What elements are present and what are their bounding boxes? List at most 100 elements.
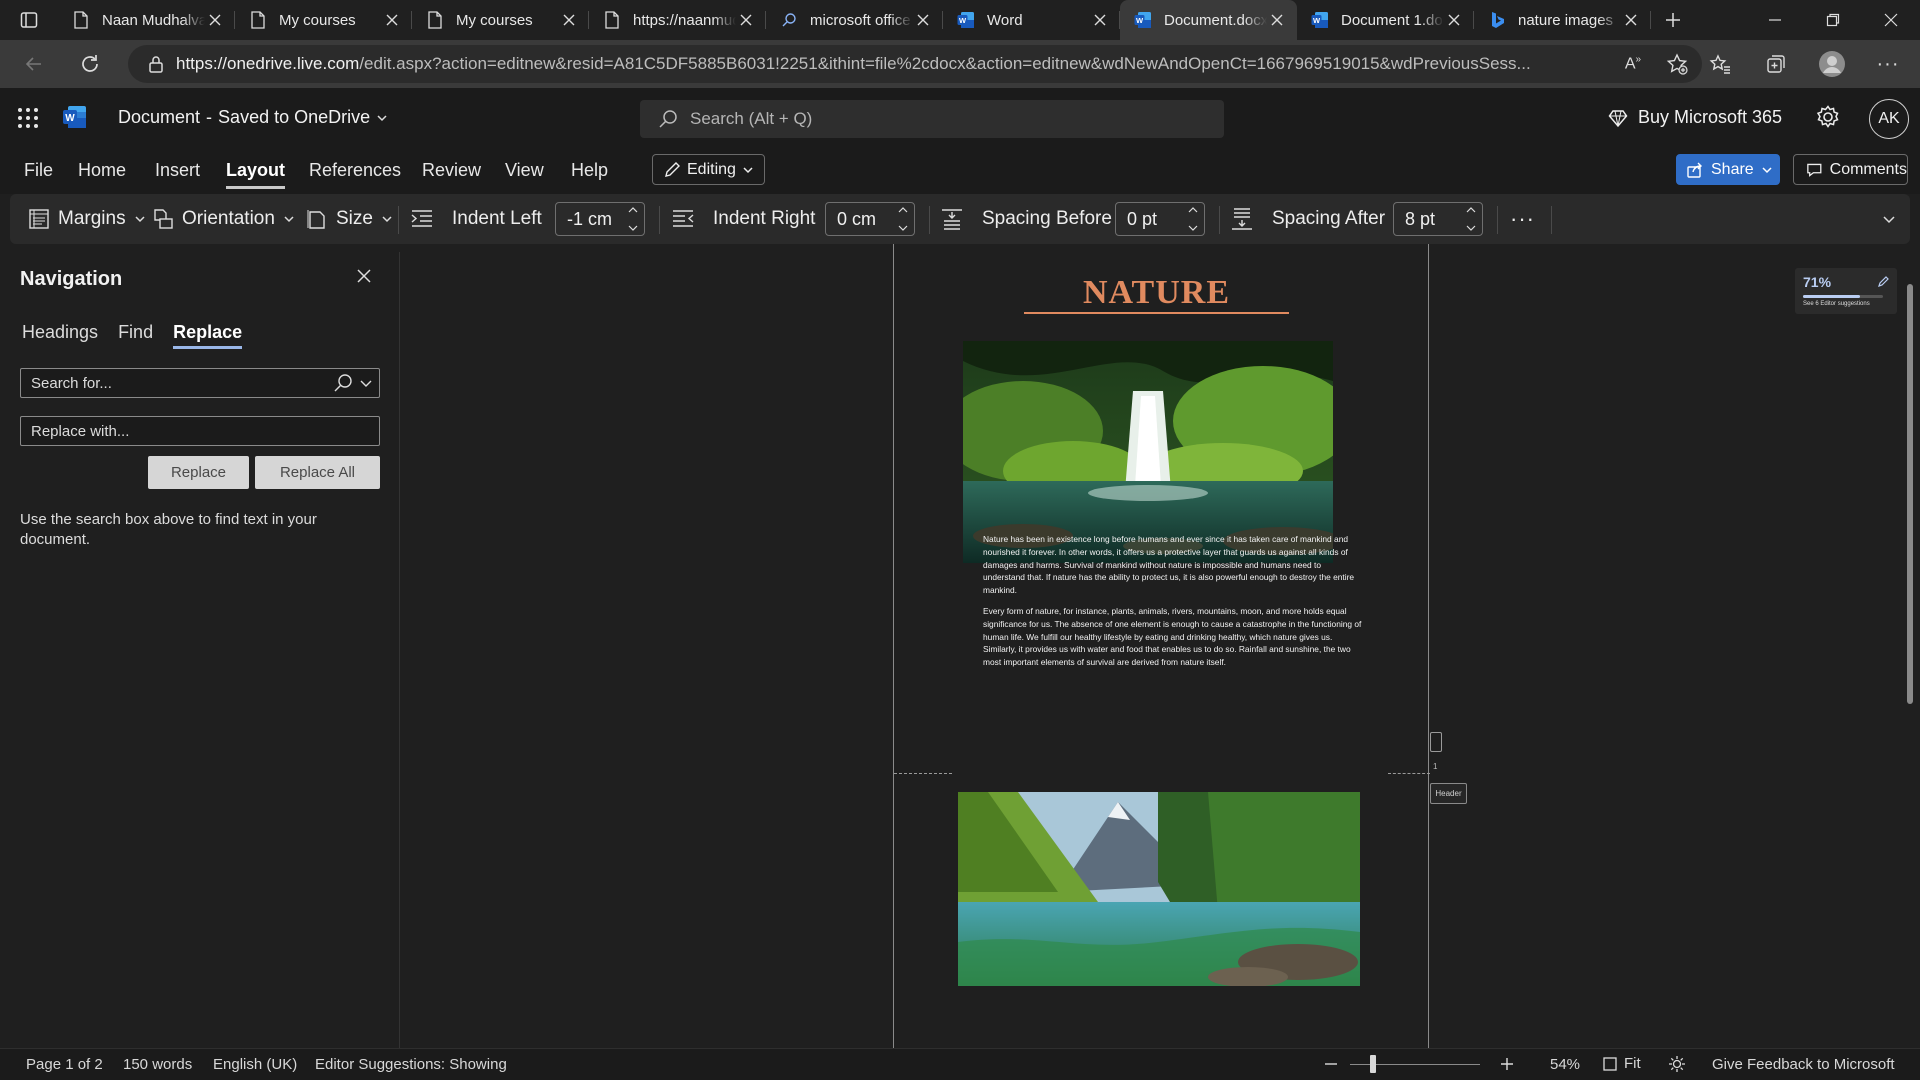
browser-tab[interactable]: W Document 1.docx — [1297, 0, 1474, 40]
chevron-up-icon[interactable] — [1466, 206, 1476, 214]
browser-tab[interactable]: W Word — [943, 0, 1120, 40]
chevron-up-icon[interactable] — [898, 206, 908, 214]
indent-right-spinner[interactable]: 0 cm — [825, 202, 915, 236]
document-title[interactable]: Document - Saved to OneDrive — [118, 107, 388, 128]
orientation-button[interactable]: Orientation — [152, 194, 295, 244]
collapse-ribbon-button[interactable] — [1882, 194, 1896, 244]
spinner-arrows[interactable] — [628, 206, 638, 232]
feedback-link[interactable]: Give Feedback to Microsoft — [1712, 1056, 1895, 1073]
editor-suggestions-link[interactable]: See 6 Editor suggestions — [1803, 301, 1889, 307]
replace-all-button[interactable]: Replace All — [255, 456, 380, 489]
document-heading[interactable]: NATURE — [1024, 274, 1289, 314]
close-tab-button[interactable] — [205, 10, 225, 30]
chevron-down-icon[interactable] — [898, 224, 908, 232]
lock-icon[interactable] — [136, 45, 176, 83]
header-tag[interactable]: Header — [1430, 783, 1467, 804]
size-button[interactable]: Size — [306, 194, 393, 244]
word-search-box[interactable]: Search (Alt + Q) — [640, 100, 1224, 138]
editing-mode-button[interactable]: Editing — [652, 154, 765, 185]
close-navigation-button[interactable] — [356, 268, 372, 284]
close-tab-button[interactable] — [559, 10, 579, 30]
close-tab-button[interactable] — [913, 10, 933, 30]
editor-score-card[interactable]: 71% See 6 Editor suggestions — [1795, 268, 1897, 314]
close-tab-button[interactable] — [736, 10, 756, 30]
profile-icon[interactable] — [1810, 46, 1854, 82]
spacing-before-spinner[interactable]: 0 pt — [1115, 202, 1205, 236]
close-tab-button[interactable] — [1621, 10, 1641, 30]
zoom-slider-thumb[interactable] — [1370, 1055, 1376, 1073]
vertical-scrollbar[interactable] — [1907, 284, 1913, 704]
chevron-up-icon[interactable] — [628, 206, 638, 214]
margins-button[interactable]: Margins — [28, 194, 146, 244]
close-tab-button[interactable] — [1444, 10, 1464, 30]
browser-tab[interactable]: Naan Mudhalvan — [58, 0, 235, 40]
document-canvas[interactable]: NATURE Nature has been in existence long… — [401, 244, 1920, 1048]
browser-tab[interactable]: My courses — [412, 0, 589, 40]
page-count[interactable]: Page 1 of 2 — [26, 1056, 103, 1073]
reload-button[interactable] — [72, 46, 108, 82]
browser-menu-icon[interactable]: ··· — [1866, 46, 1910, 82]
browser-tab[interactable]: microsoft office — [766, 0, 943, 40]
replace-button[interactable]: Replace — [148, 456, 249, 489]
address-bar[interactable]: https://onedrive.live.com/edit.aspx?acti… — [128, 45, 1702, 83]
chevron-up-icon[interactable] — [1188, 206, 1198, 214]
lake-mountain-image[interactable] — [958, 792, 1360, 986]
replace-with-input[interactable]: Replace with... — [20, 416, 380, 446]
paragraph-2[interactable]: Every form of nature, for instance, plan… — [983, 605, 1363, 669]
spacing-after-spinner[interactable]: 8 pt — [1393, 202, 1483, 236]
chevron-down-icon[interactable] — [1466, 224, 1476, 232]
browser-tab[interactable]: W Document.docx — [1120, 0, 1297, 40]
url-text[interactable]: https://onedrive.live.com/edit.aspx?acti… — [176, 54, 1616, 74]
tab-help[interactable]: Help — [571, 160, 608, 181]
add-favorite-icon[interactable] — [1662, 49, 1692, 79]
tab-references[interactable]: References — [309, 160, 401, 181]
paragraph-1[interactable]: Nature has been in existence long before… — [983, 533, 1363, 597]
tab-home[interactable]: Home — [78, 160, 126, 181]
buy-microsoft-365-button[interactable]: Buy Microsoft 365 — [1608, 107, 1782, 128]
browser-tab[interactable]: https://naanmudhalvan — [589, 0, 766, 40]
tab-review[interactable]: Review — [422, 160, 481, 181]
restore-button[interactable] — [1804, 0, 1862, 40]
settings-gear-icon[interactable] — [1815, 104, 1841, 130]
chevron-down-icon[interactable] — [1188, 224, 1198, 232]
zoom-out-button[interactable] — [1324, 1057, 1338, 1071]
tab-actions-button[interactable] — [0, 0, 58, 40]
browser-tab[interactable]: nature images — [1474, 0, 1651, 40]
nav-tab-find[interactable]: Find — [118, 322, 153, 343]
search-for-input[interactable]: Search for... — [20, 368, 380, 398]
document-page[interactable]: NATURE Nature has been in existence long… — [893, 244, 1430, 1048]
nav-tab-replace[interactable]: Replace — [173, 322, 243, 349]
tab-insert[interactable]: Insert — [155, 160, 200, 181]
zoom-level[interactable]: 54% — [1550, 1056, 1580, 1073]
chevron-down-icon[interactable] — [359, 376, 373, 390]
fit-button[interactable]: Fit — [1602, 1055, 1641, 1072]
more-options-button[interactable]: ··· — [1510, 194, 1535, 244]
new-tab-button[interactable] — [1651, 0, 1695, 40]
comments-button[interactable]: Comments — [1793, 154, 1908, 185]
back-button[interactable] — [16, 46, 52, 82]
share-button[interactable]: Share — [1676, 154, 1780, 185]
tab-layout[interactable]: Layout — [226, 160, 286, 189]
language-status[interactable]: English (UK) — [213, 1056, 297, 1073]
close-window-button[interactable] — [1862, 0, 1920, 40]
spinner-arrows[interactable] — [1188, 206, 1198, 232]
indent-left-spinner[interactable]: -1 cm — [555, 202, 645, 236]
minimize-button[interactable] — [1746, 0, 1804, 40]
user-avatar[interactable]: AK — [1869, 99, 1909, 139]
read-aloud-icon[interactable]: A» — [1618, 49, 1648, 79]
tab-view[interactable]: View — [505, 160, 544, 181]
browser-tab[interactable]: My courses — [235, 0, 412, 40]
nav-tab-headings[interactable]: Headings — [22, 322, 98, 343]
waterfall-image[interactable] — [963, 341, 1333, 563]
favorites-icon[interactable] — [1698, 46, 1742, 82]
app-launcher-icon[interactable] — [16, 106, 40, 130]
search-icon[interactable] — [333, 373, 353, 393]
chevron-down-icon[interactable] — [628, 224, 638, 232]
editor-status[interactable]: Editor Suggestions: Showing — [315, 1056, 507, 1073]
close-tab-button[interactable] — [1090, 10, 1110, 30]
close-tab-button[interactable] — [1267, 10, 1287, 30]
collections-icon[interactable] — [1754, 46, 1798, 82]
brightness-icon[interactable] — [1668, 1055, 1686, 1073]
close-tab-button[interactable] — [382, 10, 402, 30]
tab-file[interactable]: File — [24, 160, 53, 181]
